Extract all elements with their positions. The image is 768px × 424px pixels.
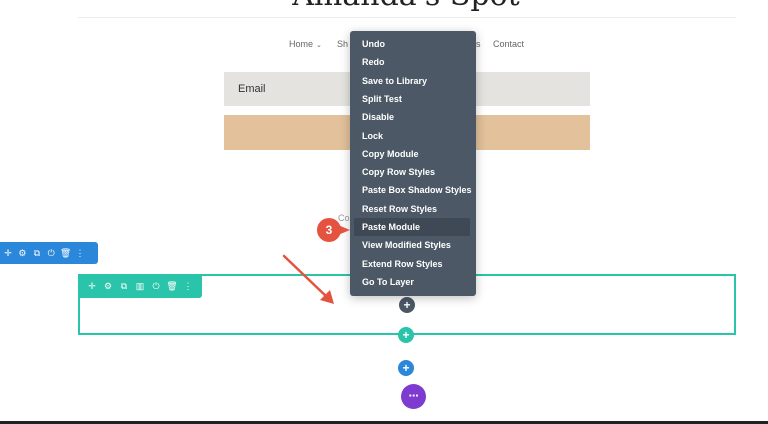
header-divider — [78, 17, 736, 18]
annotation-arrow — [282, 254, 334, 304]
nav-item-home[interactable]: Home ⌄ — [289, 38, 322, 52]
menu-item-redo[interactable]: Redo — [354, 53, 470, 71]
settings-icon[interactable]: ⚙ — [102, 279, 114, 293]
add-section-button[interactable]: + — [398, 360, 414, 376]
nav-home-label: Home — [289, 39, 314, 49]
toggle-icon[interactable]: ⏻ — [150, 279, 162, 293]
menu-item-split-test[interactable]: Split Test — [354, 90, 470, 108]
move-icon[interactable]: ✛ — [86, 279, 98, 293]
menu-item-paste-box-shadow-styles[interactable]: Paste Box Shadow Styles — [354, 181, 472, 199]
menu-item-go-to-layer[interactable]: Go To Layer — [354, 273, 470, 291]
chevron-down-icon: ⌄ — [316, 42, 322, 49]
move-icon[interactable]: ✛ — [2, 246, 14, 260]
step-badge: 3 — [317, 218, 341, 242]
menu-item-copy-module[interactable]: Copy Module — [354, 145, 470, 163]
delete-icon[interactable]: 🗑 — [166, 279, 178, 293]
add-module-button[interactable]: + — [399, 297, 415, 313]
menu-item-lock[interactable]: Lock — [354, 127, 470, 145]
menu-item-save-to-library[interactable]: Save to Library — [354, 72, 470, 90]
nav-item-contact[interactable]: Contact — [493, 38, 524, 50]
site-title: Amanda's Spot — [0, 0, 768, 14]
faded-text: Co — [338, 213, 350, 223]
settings-icon[interactable]: ⚙ — [16, 246, 28, 260]
duplicate-icon[interactable]: ⧉ — [31, 246, 43, 260]
nav-item-shop[interactable]: Sh — [337, 38, 348, 50]
add-row-button[interactable]: + — [398, 327, 414, 343]
duplicate-icon[interactable]: ⧉ — [118, 279, 130, 293]
more-icon[interactable]: ⋮ — [74, 246, 86, 260]
section-toolbar: ✛ ⚙ ⧉ ⏻ 🗑 ⋮ — [0, 242, 98, 264]
menu-item-copy-row-styles[interactable]: Copy Row Styles — [354, 163, 470, 181]
menu-item-view-modified-styles[interactable]: View Modified Styles — [354, 236, 470, 254]
menu-item-undo[interactable]: Undo — [354, 35, 470, 53]
menu-item-paste-module[interactable]: Paste Module — [354, 218, 470, 236]
builder-menu-button[interactable]: ··· — [401, 384, 426, 409]
menu-item-disable[interactable]: Disable — [354, 108, 470, 126]
toggle-icon[interactable]: ⏻ — [45, 246, 57, 260]
delete-icon[interactable]: 🗑 — [60, 246, 72, 260]
menu-item-reset-row-styles[interactable]: Reset Row Styles — [354, 200, 470, 218]
nav-item-about[interactable]: s — [476, 38, 481, 50]
context-menu: Undo Redo Save to Library Split Test Dis… — [350, 31, 476, 296]
row-toolbar: ✛ ⚙ ⧉ ▥ ⏻ 🗑 ⋮ — [78, 274, 202, 298]
menu-item-extend-row-styles[interactable]: Extend Row Styles — [354, 255, 470, 273]
more-icon[interactable]: ⋮ — [182, 279, 194, 293]
columns-icon[interactable]: ▥ — [134, 279, 146, 293]
